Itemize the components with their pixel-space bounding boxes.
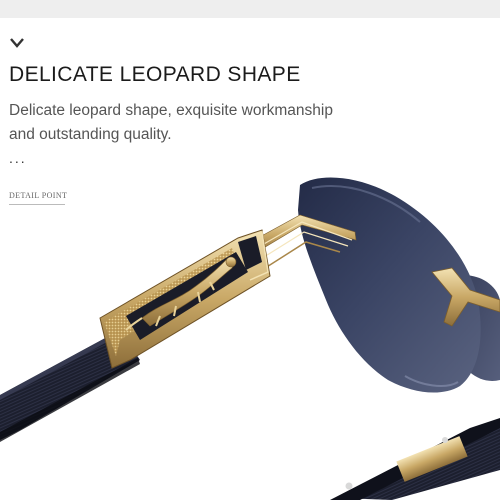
detail-point-label: DETAIL POINT bbox=[9, 191, 68, 200]
ellipsis-dots: ... bbox=[9, 150, 27, 166]
leopard-plaque bbox=[99, 229, 271, 369]
description-line-1: Delicate leopard shape, exquisite workma… bbox=[9, 102, 333, 119]
detail-point-underline bbox=[9, 204, 65, 205]
description-line-2: and outstanding quality. bbox=[9, 126, 172, 143]
page-title: DELICATE LEOPARD SHAPE bbox=[9, 63, 301, 86]
description: Delicate leopard shape, exquisite workma… bbox=[9, 99, 389, 147]
chevron-down-icon[interactable] bbox=[9, 36, 25, 50]
far-temple bbox=[330, 418, 500, 500]
